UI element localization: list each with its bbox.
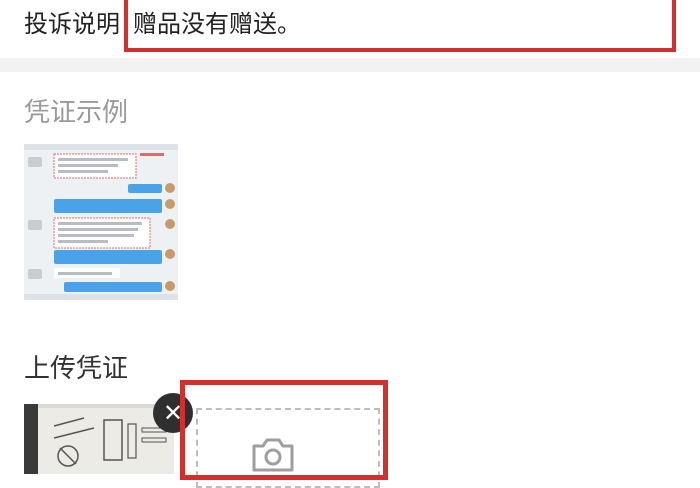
evidence-example-title: 凭证示例: [24, 98, 129, 128]
uploaded-photo-image: [24, 404, 174, 474]
highlight-annotation-box-upload: [180, 380, 388, 480]
upload-evidence-title: 上传凭证: [24, 354, 129, 384]
highlight-annotation-box: [124, 0, 676, 52]
section-divider: [0, 58, 700, 72]
uploaded-photo-thumbnail[interactable]: [24, 404, 174, 474]
chat-screenshot-illustration: [24, 144, 178, 300]
evidence-example-image[interactable]: [24, 144, 178, 300]
